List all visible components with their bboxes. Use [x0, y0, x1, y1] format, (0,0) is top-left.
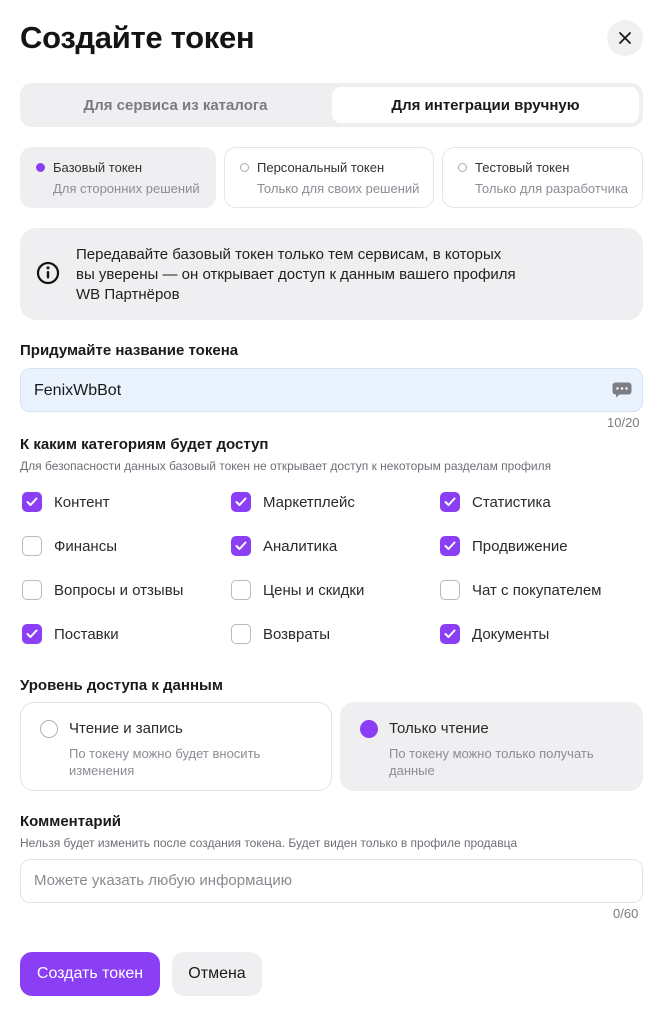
category-label: Финансы	[54, 537, 117, 555]
info-line: вы уверены — он открывает доступ к данны…	[76, 266, 516, 283]
category-label: Цены и скидки	[263, 581, 365, 599]
keyboard-icon[interactable]	[612, 382, 632, 398]
checkbox-icon	[440, 492, 460, 512]
access-option-title: Только чтение	[389, 720, 489, 737]
comment-input[interactable]	[34, 872, 624, 889]
category-marketplace-checkbox[interactable]: Маркетплейс	[231, 492, 355, 512]
checkbox-icon	[231, 536, 251, 556]
tab-manual-integration[interactable]: Для интеграции вручную	[332, 87, 639, 123]
description-line: По токену можно будет вносить	[69, 746, 261, 761]
token-type-subtitle: Для сторонних решений	[53, 181, 200, 196]
category-label: Контент	[54, 493, 110, 511]
info-line: Передавайте базовый токен только тем сер…	[76, 246, 502, 263]
token-type-title: Персональный токен	[257, 160, 385, 175]
category-supplies-checkbox[interactable]: Поставки	[22, 624, 119, 644]
close-button[interactable]	[607, 20, 643, 56]
access-option-title: Чтение и запись	[69, 720, 183, 737]
access-option-description: По токену можно будет вносить изменения	[69, 745, 309, 779]
category-label: Чат с покупателем	[472, 581, 602, 599]
token-type-test[interactable]: Тестовый токен Только для разработчика	[442, 147, 643, 208]
close-icon	[619, 32, 631, 44]
token-type-personal[interactable]: Персональный токен Только для своих реше…	[224, 147, 434, 208]
info-line: WB Партнёров	[76, 286, 180, 303]
comment-label: Комментарий	[20, 813, 122, 830]
access-read-write-option[interactable]: Чтение и запись По токену можно будет вн…	[20, 702, 332, 791]
token-type-title: Базовый токен	[53, 160, 143, 175]
integration-tabs: Для сервиса из каталога Для интеграции в…	[20, 83, 643, 127]
category-label: Вопросы и отзывы	[54, 581, 184, 599]
access-read-only-option[interactable]: Только чтение По токену можно только пол…	[340, 702, 643, 791]
category-finance-checkbox[interactable]: Финансы	[22, 536, 117, 556]
token-name-value: FenixWbBot	[34, 382, 122, 399]
categories-label: К каким категориям будет доступ	[20, 436, 269, 453]
category-label: Документы	[472, 625, 550, 643]
category-label: Статистика	[472, 493, 551, 511]
access-option-description: По токену можно только получать данные	[389, 745, 629, 779]
description-line: данные	[389, 763, 435, 778]
category-label: Возвраты	[263, 625, 331, 643]
token-type-subtitle: Только для разработчика	[475, 181, 629, 196]
category-analytics-checkbox[interactable]: Аналитика	[231, 536, 337, 556]
category-label: Продвижение	[472, 537, 568, 555]
checkbox-icon	[440, 580, 460, 600]
checkbox-icon	[22, 580, 42, 600]
description-line: По токену можно только получать	[389, 746, 594, 761]
checkbox-icon	[22, 492, 42, 512]
comment-field[interactable]	[20, 859, 643, 903]
checkbox-icon	[22, 536, 42, 556]
radio-icon	[360, 720, 378, 738]
create-token-button[interactable]: Создать токен	[20, 952, 160, 996]
category-content-checkbox[interactable]: Контент	[22, 492, 110, 512]
info-banner: Передавайте базовый токен только тем сер…	[20, 228, 643, 320]
access-level-label: Уровень доступа к данным	[20, 677, 223, 694]
radio-icon	[40, 720, 58, 738]
checkbox-icon	[440, 536, 460, 556]
info-icon	[36, 261, 60, 285]
token-type-title: Тестовый токен	[475, 160, 570, 175]
category-label: Маркетплейс	[263, 493, 355, 511]
categories-note: Для безопасности данных базовый токен не…	[20, 459, 552, 473]
comment-counter: 0/60	[613, 906, 639, 921]
radio-dot-icon	[458, 163, 467, 172]
token-name-input[interactable]: FenixWbBot	[20, 368, 643, 412]
category-statistics-checkbox[interactable]: Статистика	[440, 492, 551, 512]
category-promotion-checkbox[interactable]: Продвижение	[440, 536, 568, 556]
category-label: Аналитика	[263, 537, 338, 555]
radio-dot-icon	[36, 163, 45, 172]
page-title: Создайте токен	[20, 20, 255, 55]
radio-dot-icon	[240, 163, 249, 172]
cancel-button[interactable]: Отмена	[172, 952, 262, 996]
checkbox-icon	[231, 492, 251, 512]
category-returns-checkbox[interactable]: Возвраты	[231, 624, 330, 644]
comment-note: Нельзя будет изменить после создания ток…	[20, 836, 518, 850]
info-text: Передавайте базовый токен только тем сер…	[76, 245, 596, 305]
category-prices-checkbox[interactable]: Цены и скидки	[231, 580, 364, 600]
token-name-counter: 10/20	[607, 415, 640, 430]
checkbox-icon	[231, 580, 251, 600]
token-type-subtitle: Только для своих решений	[257, 181, 420, 196]
category-documents-checkbox[interactable]: Документы	[440, 624, 549, 644]
token-name-label: Придумайте название токена	[20, 342, 239, 359]
checkbox-icon	[231, 624, 251, 644]
checkbox-icon	[440, 624, 460, 644]
checkbox-icon	[22, 624, 42, 644]
category-label: Поставки	[54, 625, 119, 643]
category-chat-checkbox[interactable]: Чат с покупателем	[440, 580, 602, 600]
token-type-basic[interactable]: Базовый токен Для сторонних решений	[20, 147, 216, 208]
description-line: изменения	[69, 763, 135, 778]
tab-catalog-service[interactable]: Для сервиса из каталога	[24, 87, 327, 123]
category-reviews-checkbox[interactable]: Вопросы и отзывы	[22, 580, 183, 600]
